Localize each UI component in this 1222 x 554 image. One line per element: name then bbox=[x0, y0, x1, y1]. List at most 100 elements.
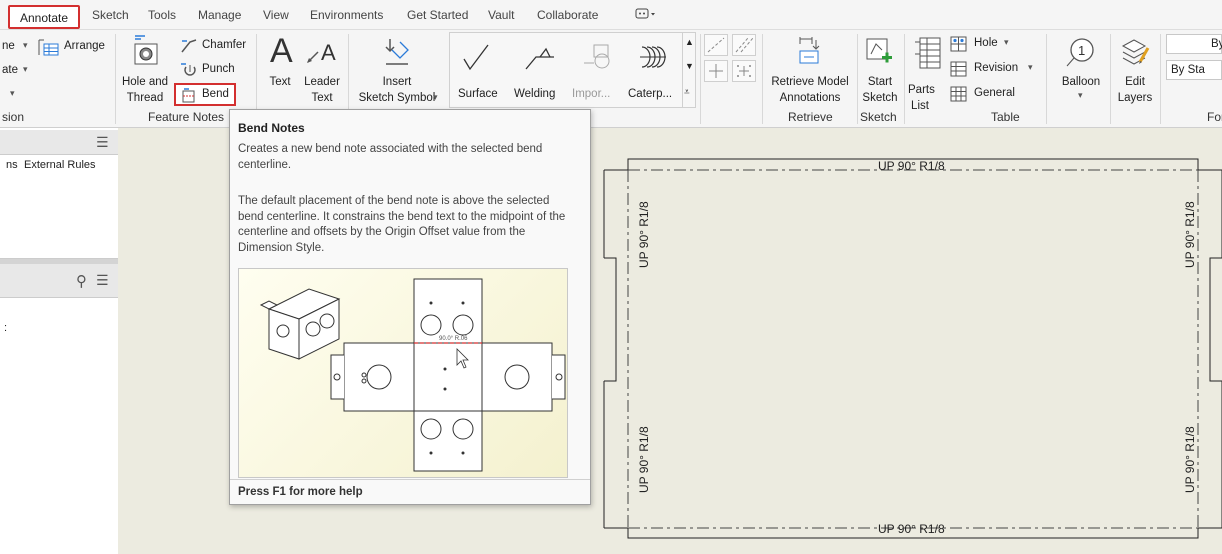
gallery-scroll[interactable]: ▲ ▼ ⩡ bbox=[682, 33, 695, 107]
surface-icon bbox=[463, 44, 489, 71]
tooltip-details: The default placement of the bend note i… bbox=[238, 195, 566, 254]
edit-layers-label-2: Layers bbox=[1117, 92, 1153, 104]
gallery-expand-icon[interactable]: ⩡ bbox=[684, 87, 690, 98]
dropdown-arrow-icon: ▾ bbox=[1078, 90, 1083, 100]
ribbon-separator bbox=[1110, 34, 1111, 124]
search-icon[interactable]: ⚲ bbox=[76, 272, 87, 290]
leader-text-label-1: Leader bbox=[304, 76, 340, 88]
tab-environments[interactable]: Environments bbox=[310, 8, 383, 22]
menu-icon[interactable]: ☰ bbox=[96, 272, 109, 289]
parts-list-label-2: List bbox=[911, 100, 929, 112]
text-icon: A bbox=[270, 32, 293, 70]
bend-note-right-bottom[interactable]: UP 90° R1/8 bbox=[1183, 426, 1197, 493]
balloon-label: Balloon bbox=[1061, 76, 1101, 88]
hole-table-icon bbox=[950, 36, 967, 52]
gallery-down-icon[interactable]: ▼ bbox=[685, 61, 694, 71]
caterpillar-button[interactable]: Caterp... bbox=[626, 33, 682, 107]
style-select[interactable]: By Sta bbox=[1166, 60, 1222, 80]
ribbon-partial-label-1: ne bbox=[2, 40, 15, 52]
bend-notes-tooltip: Bend Notes Creates a new bend note assoc… bbox=[229, 109, 591, 505]
chamfer-icon bbox=[181, 39, 197, 53]
tab-sketch[interactable]: Sketch bbox=[92, 8, 129, 22]
rules-tab-partial[interactable]: ns bbox=[6, 159, 18, 171]
external-rules-tab[interactable]: External Rules bbox=[24, 159, 96, 171]
centerline-bisector-button[interactable] bbox=[732, 34, 756, 56]
bend-note-top[interactable]: UP 90° R1/8 bbox=[878, 159, 945, 173]
ribbon-separator bbox=[762, 34, 763, 124]
illustration-bend-note: 90.0° R.06 bbox=[439, 336, 468, 342]
tab-view[interactable]: View bbox=[263, 8, 289, 22]
retrieve-model-annotations-button[interactable]: Retrieve Model Annotations bbox=[764, 34, 856, 106]
dropdown-arrow-icon: ▾ bbox=[1004, 37, 1009, 47]
feature-notes-group-label: Feature Notes bbox=[148, 110, 225, 124]
welding-button[interactable]: Welding bbox=[510, 33, 568, 107]
bend-note-right-top[interactable]: UP 90° R1/8 bbox=[1183, 201, 1197, 268]
surface-button[interactable]: Surface bbox=[452, 33, 507, 107]
edit-layers-label-1: Edit bbox=[1125, 76, 1145, 88]
layer-select-value: By bbox=[1211, 38, 1222, 50]
style-select-value: By Sta bbox=[1171, 64, 1205, 76]
bend-note-bottom[interactable]: UP 90° R1/8 bbox=[878, 522, 945, 536]
parts-list-button[interactable]: Parts List bbox=[908, 34, 948, 112]
bend-note-left-bottom[interactable]: UP 90° R1/8 bbox=[637, 426, 651, 493]
leader-text-button[interactable]: A Leader Text bbox=[300, 34, 344, 106]
arrange-label: Arrange bbox=[64, 40, 105, 52]
text-button[interactable]: A Text bbox=[262, 32, 298, 106]
tab-tools[interactable]: Tools bbox=[148, 8, 176, 22]
tab-manage[interactable]: Manage bbox=[198, 8, 241, 22]
bend-icon bbox=[182, 88, 195, 103]
tab-collaborate[interactable]: Collaborate bbox=[537, 8, 598, 22]
bend-note-illustration: 90.0° R.06 bbox=[238, 268, 568, 478]
edit-layers-button[interactable]: Edit Layers bbox=[1114, 34, 1156, 106]
table-group-label: Table bbox=[991, 110, 1020, 124]
panel-options-dropdown[interactable] bbox=[635, 8, 657, 23]
menu-icon[interactable]: ☰ bbox=[96, 134, 109, 151]
center-mark-icon bbox=[709, 64, 723, 78]
start-sketch-button[interactable]: Start Sketch bbox=[858, 34, 902, 106]
tab-get-started[interactable]: Get Started bbox=[407, 8, 468, 22]
balloon-icon: 1 bbox=[1066, 38, 1094, 67]
svg-text:1: 1 bbox=[1078, 43, 1085, 58]
model-browser-header: ⚲ ☰ bbox=[0, 264, 118, 298]
ribbon-separator bbox=[700, 34, 701, 124]
gallery-up-icon[interactable]: ▲ bbox=[685, 37, 694, 47]
general-table-label: General bbox=[974, 87, 1015, 99]
tab-annotate[interactable]: Annotate bbox=[8, 5, 81, 29]
bend-button[interactable]: Bend bbox=[174, 83, 236, 106]
centered-pattern-button[interactable] bbox=[732, 60, 756, 82]
ribbon-partial-group-label: sion bbox=[2, 110, 25, 124]
insert-sketch-symbol-label-2: Sketch Symbol bbox=[358, 92, 436, 104]
ribbon-separator bbox=[115, 34, 116, 124]
tooltip-description: Creates a new bend note associated with … bbox=[238, 143, 543, 171]
general-table-icon bbox=[950, 86, 967, 102]
hole-and-thread-icon bbox=[134, 35, 158, 65]
welding-icon bbox=[525, 47, 554, 70]
ribbon-separator bbox=[1160, 34, 1161, 124]
tab-vault[interactable]: Vault bbox=[488, 8, 514, 22]
sketch-group-label: Sketch bbox=[860, 110, 897, 124]
dropdown-arrow-icon: ▾ bbox=[23, 40, 28, 50]
leader-text-icon: A bbox=[307, 40, 336, 65]
browser-partial-text: : bbox=[4, 322, 8, 334]
surface-label: Surface bbox=[458, 88, 498, 100]
layer-select[interactable]: By bbox=[1166, 34, 1222, 54]
centerline-bisector-icon bbox=[735, 37, 754, 53]
import-icon bbox=[584, 44, 610, 69]
chamfer-label: Chamfer bbox=[202, 39, 247, 51]
insert-sketch-symbol-button[interactable]: Insert Sketch Symbol ▾ bbox=[354, 34, 440, 106]
hole-and-thread-button[interactable]: Hole and Thread bbox=[119, 34, 171, 106]
leader-text-label-2: Text bbox=[311, 92, 333, 104]
parts-list-label-1: Parts bbox=[908, 84, 935, 96]
import-button[interactable]: Impor... bbox=[568, 33, 626, 107]
bend-note-left-top[interactable]: UP 90° R1/8 bbox=[637, 201, 651, 268]
punch-label: Punch bbox=[202, 63, 235, 75]
symbol-gallery: Surface Welding Impor... Caterp... ▲ ▼ ⩡ bbox=[449, 32, 696, 108]
retrieve-group-label: Retrieve bbox=[788, 110, 833, 124]
center-mark-button[interactable] bbox=[704, 60, 728, 82]
ribbon-separator bbox=[1046, 34, 1047, 124]
retrieve-annotations-icon bbox=[799, 37, 820, 64]
centerline-button[interactable] bbox=[704, 34, 728, 56]
balloon-button[interactable]: 1 Balloon ▾ bbox=[1054, 34, 1108, 106]
welding-label: Welding bbox=[514, 88, 556, 100]
browser-header: ☰ bbox=[0, 130, 118, 155]
